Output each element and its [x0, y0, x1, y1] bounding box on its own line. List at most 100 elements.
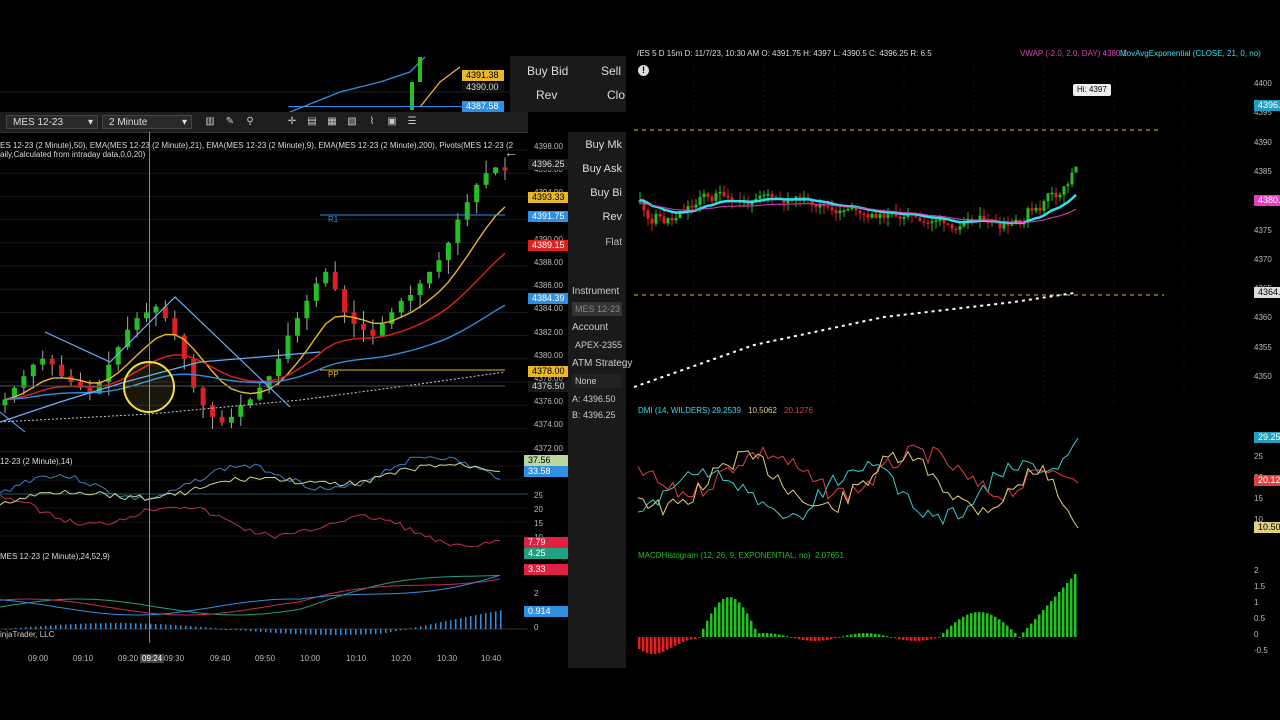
pencil-icon[interactable]: ✎: [224, 116, 236, 128]
candle: [1062, 186, 1066, 195]
macd-right-chart: [638, 574, 1077, 655]
candle: [762, 194, 766, 197]
atm-strategy-label: ATM Strategy: [572, 358, 633, 369]
time-axis-label: 09:00: [28, 654, 49, 663]
buy-bid-button[interactable]: Buy Bid: [527, 64, 568, 78]
rev-panel-button[interactable]: Rev: [568, 206, 626, 228]
candle: [323, 271, 329, 284]
candle: [918, 217, 922, 222]
candle: [834, 210, 838, 214]
copyright-label: injaTrader, LLC: [0, 630, 55, 639]
sell-button[interactable]: Sell: [601, 64, 621, 78]
arrow-left-icon[interactable]: ←: [504, 144, 518, 160]
chart-toolbar: MES 12-23 ▾ 2 Minute ▾ ▥ ✎ ⚲ ✛ ▤ ▦ ▧ ⌇ ▣ ☰: [0, 112, 528, 133]
right-macd-axis-tick: -0.5: [1254, 646, 1268, 655]
candle: [830, 207, 834, 211]
candle: [658, 214, 662, 217]
dmi-left-chart: [0, 452, 528, 547]
candle: [934, 220, 938, 222]
candle: [294, 318, 300, 336]
candle: [304, 300, 310, 319]
chevron-down-icon: ▾: [181, 117, 187, 128]
period-select[interactable]: 2 Minute ▾: [102, 115, 192, 129]
time-axis-label: 10:30: [437, 654, 458, 663]
candle: [862, 213, 866, 215]
dmi-axis-tick: 20: [534, 505, 543, 514]
dmi-right-header: DMI (14, WILDERS): [638, 406, 711, 415]
price-tag: 4393.33: [528, 192, 568, 203]
price-axis-tick: 4382.00: [534, 327, 563, 337]
candle: [902, 216, 906, 219]
dmi-right-value-3: 20.1276: [784, 406, 813, 415]
dmi-tag: 7.79: [524, 537, 568, 548]
candle: [210, 405, 216, 417]
candle: [858, 210, 862, 214]
candle: [417, 283, 423, 295]
candle: [445, 242, 451, 261]
price-axis-tick: 4384.00: [534, 304, 563, 314]
candle: [670, 217, 674, 221]
candle: [846, 208, 850, 211]
right-price-axis-tick: 4390: [1254, 137, 1272, 147]
r1-label: R1: [328, 215, 339, 224]
bars-icon[interactable]: ▥: [204, 116, 216, 128]
time-axis-label: 10:40: [481, 654, 502, 663]
candle: [379, 324, 385, 336]
buy-bid-panel-button[interactable]: Buy Bi: [568, 182, 626, 204]
data-box-icon[interactable]: ▣: [386, 116, 398, 128]
indicator-icon[interactable]: ▧: [346, 116, 358, 128]
time-axis-label: 09:20: [118, 654, 139, 663]
candle: [474, 184, 480, 203]
atm-strategy-field[interactable]: None: [572, 374, 622, 388]
crosshair-icon[interactable]: ✛: [286, 116, 298, 128]
candle: [814, 204, 818, 208]
properties-icon[interactable]: ▤: [306, 116, 318, 128]
candle: [886, 214, 890, 218]
candle: [1054, 192, 1058, 198]
candle: [954, 228, 958, 231]
instrument-select[interactable]: MES 12-23 ▾: [6, 115, 98, 129]
dmi-right-chart: [637, 437, 1079, 529]
candle: [878, 214, 882, 219]
right-price-axis-tick: 4375: [1254, 225, 1272, 235]
buy-market-button[interactable]: Buy Mk: [568, 134, 626, 156]
flat-button[interactable]: Flat: [568, 232, 626, 254]
template-icon[interactable]: ▦: [326, 116, 338, 128]
candle: [866, 214, 870, 218]
time-axis: 09:00 09:10 09:20 09:24 09:30 09:40 09:50 10:00…: [0, 643, 528, 668]
list-icon[interactable]: ☰: [406, 116, 418, 128]
candle: [153, 306, 159, 313]
right-macd-axis-tick: 1.5: [1254, 582, 1266, 591]
alert-icon[interactable]: !: [638, 65, 649, 76]
close-button[interactable]: Clo: [607, 88, 625, 102]
bid-price: B: 4396.25: [572, 410, 616, 420]
candle: [674, 218, 678, 221]
candle: [694, 204, 698, 208]
rev-button[interactable]: Rev: [536, 88, 557, 102]
candle: [502, 167, 508, 171]
instrument-field[interactable]: MES 12-23: [572, 302, 622, 316]
upper-chart: [0, 56, 510, 112]
price-axis-tick: 4386.00: [534, 281, 563, 291]
candle: [650, 218, 654, 224]
time-axis-label: 09:24: [140, 654, 165, 663]
macd-right-value: 2.07651: [815, 551, 844, 560]
candle: [455, 219, 461, 243]
candle: [332, 271, 338, 290]
candle: [172, 318, 178, 336]
period-select-value: 2 Minute: [109, 117, 148, 128]
price-axis-tick: 4380.00: [534, 350, 563, 360]
candle: [1002, 223, 1006, 229]
candle: [758, 195, 762, 199]
zoom-icon[interactable]: ⚲: [244, 116, 256, 128]
candle: [826, 206, 830, 208]
candle: [389, 312, 395, 324]
price-axis-tick: 4376.00: [534, 397, 563, 407]
candle: [427, 271, 433, 284]
buy-ask-button[interactable]: Buy Ask: [568, 158, 626, 180]
right-price-axis-tick: 4400: [1254, 79, 1272, 88]
candle: [1038, 207, 1042, 211]
strategy-icon[interactable]: ⌇: [366, 116, 378, 128]
candle: [219, 416, 225, 423]
account-field[interactable]: APEX-23553: [572, 338, 622, 352]
